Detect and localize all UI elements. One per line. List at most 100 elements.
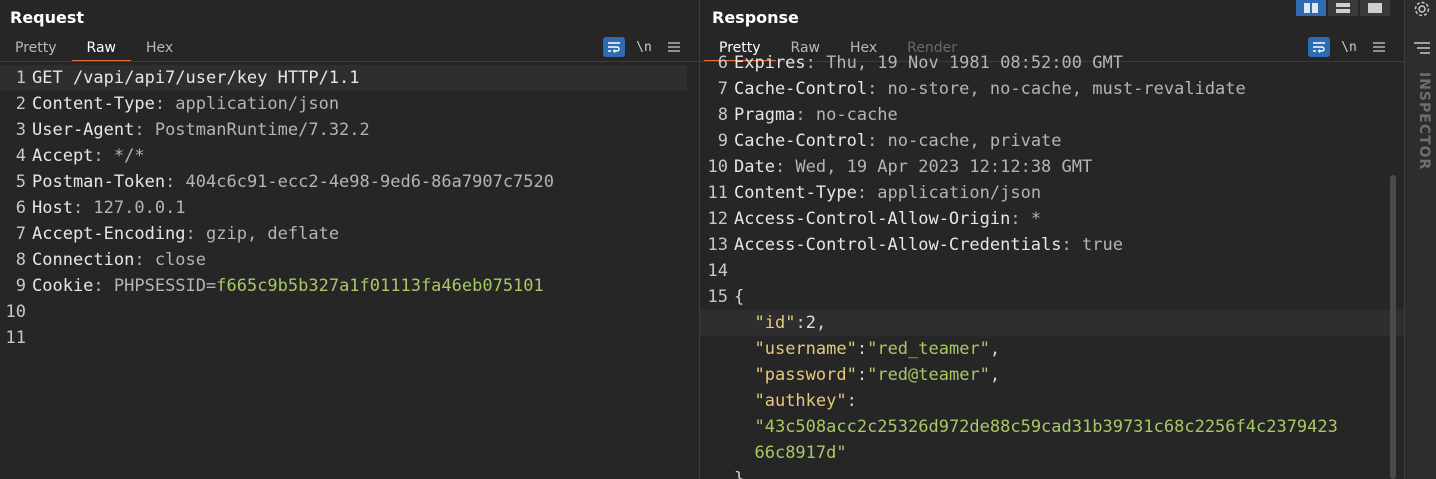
- line-number: 1: [15, 68, 26, 88]
- code-token: Access-Control-Allow-Origin: [734, 209, 1011, 229]
- code-line: 6 Host: 127.0.0.1: [0, 195, 699, 221]
- code-line: 9 Cache-Control: no-cache, private: [700, 128, 1404, 154]
- code-line: 10 Date: Wed, 19 Apr 2023 12:12:38 GMT: [700, 154, 1404, 180]
- split-columns-icon[interactable]: [1296, 0, 1326, 16]
- line-number: 4: [15, 146, 26, 166]
- code-line: 10: [0, 299, 699, 325]
- request-title: Request: [10, 8, 85, 27]
- code-token: : gzip, deflate: [185, 224, 340, 244]
- line-number: 15: [707, 287, 728, 307]
- code-line: 11: [0, 325, 699, 351]
- code-line: "password":"red@teamer",: [700, 362, 1404, 388]
- line-number: [700, 362, 734, 388]
- code-token: Access-Control-Allow-Credentials: [734, 235, 1062, 255]
- code-token: : PostmanRuntime/7.32.2: [134, 120, 370, 140]
- code-token: Accept-Encoding: [32, 224, 186, 244]
- line-number: 10: [707, 157, 728, 177]
- line-code: Cache-Control: no-cache, private: [734, 128, 1062, 154]
- code-line: 11 Content-Type: application/json: [700, 180, 1404, 206]
- line-number: 7: [15, 224, 26, 244]
- code-token: "id": [754, 313, 796, 333]
- code-token: : no-cache: [795, 105, 898, 125]
- response-editor[interactable]: 6 Expires: Thu, 19 Nov 1981 08:52:00 GMT 7…: [700, 50, 1404, 479]
- code-line: 3 User-Agent: PostmanRuntime/7.32.2: [0, 117, 699, 143]
- code-token: "red@teamer": [867, 365, 990, 385]
- line-code: "authkey":: [734, 388, 857, 414]
- request-tabs: Pretty Raw Hex: [0, 36, 188, 62]
- line-code: Host: 127.0.0.1: [32, 195, 186, 221]
- line-code: Accept-Encoding: gzip, deflate: [32, 221, 339, 247]
- code-token: : 404c6c91-ecc2-4e98-9ed6-86a7907c7520: [165, 172, 554, 192]
- line-number: 14: [707, 261, 728, 281]
- code-token: : *: [1010, 209, 1042, 229]
- request-editor[interactable]: 1 GET /vapi/api7/user/key HTTP/1.1 2 Conten…: [0, 65, 699, 479]
- line-code: User-Agent: PostmanRuntime/7.32.2: [32, 117, 370, 143]
- code-token: Connection: [32, 250, 135, 270]
- code-token: "username": [754, 339, 857, 359]
- code-token: "43c508acc2c25326d972de88c59cad31b39731c…: [754, 417, 1338, 437]
- code-token: Content-Type: [734, 183, 857, 203]
- line-number: [700, 466, 734, 479]
- code-line: "authkey":: [700, 388, 1404, 414]
- code-token: Host: [32, 198, 73, 218]
- code-token: Expires: [734, 53, 806, 73]
- code-token: : true: [1061, 235, 1123, 255]
- request-tab-hex[interactable]: Hex: [131, 36, 188, 62]
- line-number: 11: [707, 183, 728, 203]
- split-rows-icon[interactable]: [1328, 0, 1358, 16]
- code-token: :: [846, 391, 857, 411]
- line-code: "password":"red@teamer",: [734, 362, 1000, 388]
- request-tab-divider: [0, 61, 699, 62]
- line-number: 8: [15, 250, 26, 270]
- line-code: Date: Wed, 19 Apr 2023 12:12:38 GMT: [734, 154, 1092, 180]
- line-number: 5: [15, 172, 26, 192]
- code-token: ,: [989, 365, 1001, 385]
- code-token: : no-store, no-cache, must-revalidate: [867, 79, 1246, 99]
- line-code: Cache-Control: no-store, no-cache, must-…: [734, 76, 1246, 102]
- line-code: Connection: close: [32, 247, 206, 273]
- hamburger-menu-icon[interactable]: [663, 37, 685, 57]
- response-scrollbar[interactable]: [1390, 175, 1396, 479]
- code-token: : application/json: [154, 94, 340, 114]
- code-token: "password": [754, 365, 857, 385]
- line-number: [700, 414, 734, 440]
- line-code: "43c508acc2c25326d972de88c59cad31b39731c…: [734, 414, 1338, 440]
- newline-toggle-button[interactable]: \n: [633, 37, 655, 57]
- line-number: [700, 388, 734, 414]
- line-number: 9: [717, 131, 728, 151]
- request-tab-raw[interactable]: Raw: [71, 36, 131, 62]
- line-number: [700, 440, 734, 466]
- code-token: : application/json: [856, 183, 1042, 203]
- code-line: "43c508acc2c25326d972de88c59cad31b39731c…: [700, 414, 1404, 440]
- line-code: Pragma: no-cache: [734, 102, 898, 128]
- gear-icon[interactable]: [1413, 0, 1431, 18]
- line-code: Accept: */*: [32, 143, 145, 169]
- code-token: : Thu, 19 Nov 1981 08:52:00 GMT: [805, 53, 1123, 73]
- code-token: ,: [815, 313, 827, 333]
- inspector-label[interactable]: INSPECTOR: [1408, 72, 1432, 182]
- code-token: : 127.0.0.1: [72, 198, 186, 218]
- menu-lines-icon[interactable]: [1413, 40, 1431, 58]
- code-token: 2: [805, 313, 816, 333]
- word-wrap-icon[interactable]: [603, 37, 625, 57]
- code-line: 13 Access-Control-Allow-Credentials: true: [700, 232, 1404, 258]
- code-line: 12 Access-Control-Allow-Origin: *: [700, 206, 1404, 232]
- code-line: 8 Pragma: no-cache: [700, 102, 1404, 128]
- line-code: Cookie: PHPSESSID=f665c9b5b327a1f01113fa…: [32, 273, 544, 299]
- code-token: User-Agent: [32, 120, 135, 140]
- inspector-sidebar: INSPECTOR: [1404, 0, 1436, 479]
- line-number: 11: [5, 328, 26, 348]
- code-token: : close: [134, 250, 207, 270]
- code-line: 6 Expires: Thu, 19 Nov 1981 08:52:00 GMT: [700, 50, 1404, 76]
- line-number: 9: [15, 276, 26, 296]
- code-line: 8 Connection: close: [0, 247, 699, 273]
- line-code: Access-Control-Allow-Credentials: true: [734, 232, 1123, 258]
- code-token: :: [795, 313, 806, 333]
- single-pane-icon[interactable]: [1360, 0, 1390, 16]
- request-tab-pretty[interactable]: Pretty: [0, 36, 72, 62]
- request-toolbar: \n: [603, 36, 685, 58]
- line-code: Content-Type: application/json: [32, 91, 339, 117]
